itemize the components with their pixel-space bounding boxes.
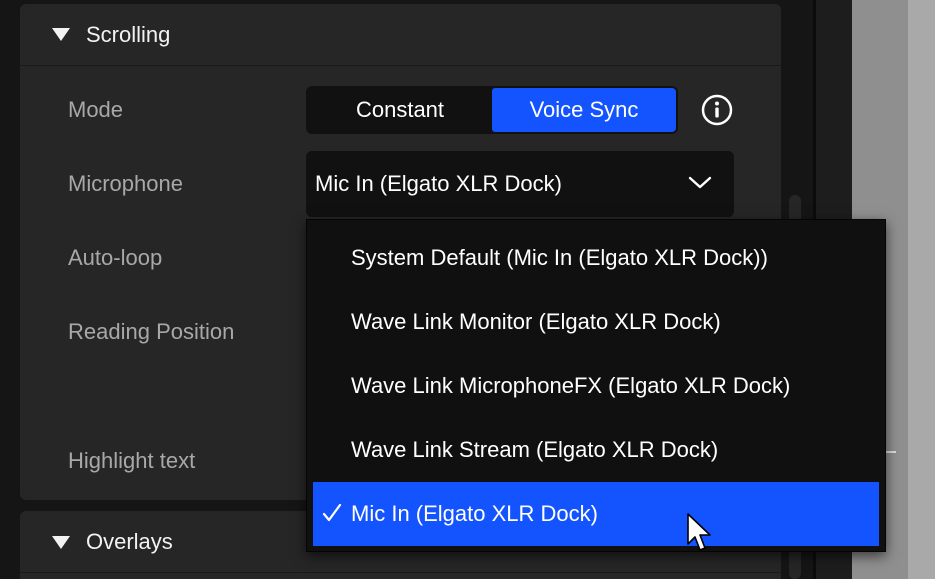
mode-label: Mode [68, 97, 124, 122]
info-icon[interactable] [701, 94, 733, 126]
menu-item-label: Wave Link Stream (Elgato XLR Dock) [351, 437, 719, 462]
menu-item-wave-link-microphonefx[interactable]: Wave Link MicrophoneFX (Elgato XLR Dock) [313, 354, 879, 418]
microphone-dropdown-menu: System Default (Mic In (Elgato XLR Dock)… [306, 219, 886, 552]
teleprompter-settings-window: Scrolling Mode Microphone Auto-loop Read… [0, 0, 935, 579]
menu-item-label: System Default (Mic In (Elgato XLR Dock)… [351, 245, 768, 270]
reading-position-label: Reading Position [68, 319, 235, 344]
preview-strip [908, 0, 935, 579]
triangle-down-icon [52, 28, 70, 41]
highlight-text-label: Highlight text [68, 448, 196, 473]
menu-item-label: Wave Link MicrophoneFX (Elgato XLR Dock) [351, 373, 791, 398]
microphone-label: Microphone [68, 171, 183, 196]
menu-item-wave-link-stream[interactable]: Wave Link Stream (Elgato XLR Dock) [313, 418, 879, 482]
mouse-pointer-icon [687, 513, 711, 551]
triangle-down-icon [52, 535, 70, 549]
preview-marker [886, 451, 896, 453]
mode-constant-button[interactable]: Constant [308, 88, 492, 132]
microphone-dropdown[interactable]: Mic In (Elgato XLR Dock) [306, 151, 734, 217]
auto-loop-label: Auto-loop [68, 245, 163, 270]
section-title: Overlays [86, 529, 173, 554]
menu-item-mic-in[interactable]: Mic In (Elgato XLR Dock) [313, 482, 879, 546]
check-icon [322, 503, 342, 522]
microphone-selected-value: Mic In (Elgato XLR Dock) [315, 171, 562, 196]
menu-item-wave-link-monitor[interactable]: Wave Link Monitor (Elgato XLR Dock) [313, 290, 879, 354]
menu-item-label: Wave Link Monitor (Elgato XLR Dock) [351, 309, 721, 334]
menu-item-system-default[interactable]: System Default (Mic In (Elgato XLR Dock)… [313, 226, 879, 290]
mode-voice-sync-button[interactable]: Voice Sync [492, 88, 676, 132]
divider [20, 572, 781, 573]
menu-item-label: Mic In (Elgato XLR Dock) [351, 501, 598, 526]
section-title: Scrolling [86, 21, 171, 47]
scrolling-section-header[interactable]: Scrolling [20, 4, 781, 66]
mode-segmented-control: Constant Voice Sync [306, 86, 678, 134]
chevron-down-icon[interactable] [688, 176, 712, 190]
